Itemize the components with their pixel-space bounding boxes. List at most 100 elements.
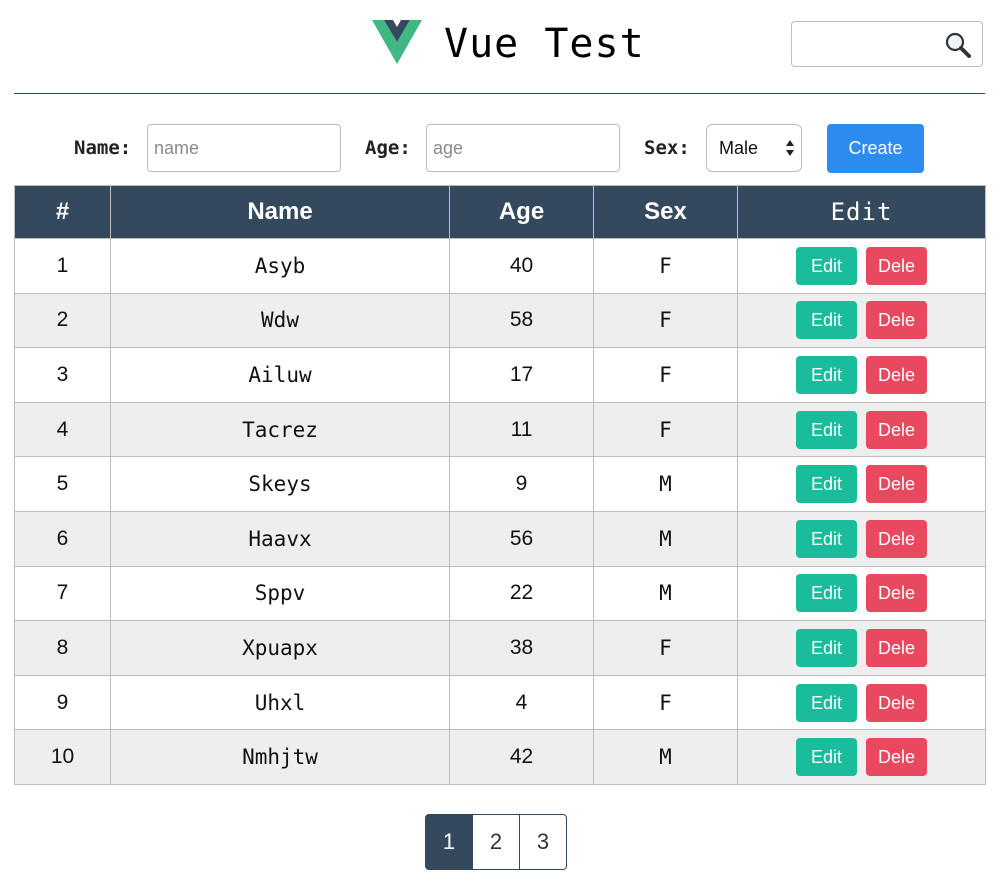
create-button[interactable]: Create (827, 124, 924, 173)
sex-label: Sex: (644, 137, 690, 159)
cell-number: 3 (14, 347, 111, 403)
delete-button[interactable]: Dele (866, 355, 927, 394)
age-input[interactable] (426, 124, 620, 172)
cell-age: 17 (449, 347, 594, 403)
cell-sex: F (593, 620, 738, 676)
table-row: 5 Skeys 9 M Edit Dele (14, 456, 986, 512)
cell-sex: M (593, 456, 738, 512)
cell-actions: Edit Dele (737, 620, 986, 676)
edit-button[interactable]: Edit (796, 246, 857, 285)
delete-button[interactable]: Dele (866, 574, 927, 613)
delete-button[interactable]: Dele (866, 683, 927, 722)
edit-button[interactable]: Edit (796, 628, 857, 667)
cell-age: 56 (449, 510, 594, 567)
cell-actions: Edit Dele (737, 238, 986, 294)
delete-button[interactable]: Dele (866, 628, 927, 667)
cell-age: 58 (449, 292, 594, 349)
cell-sex: F (593, 238, 738, 294)
cell-name: Nmhjtw (110, 729, 450, 785)
pagination: 1 2 3 (425, 814, 567, 870)
delete-button[interactable]: Dele (866, 519, 927, 558)
name-label: Name: (74, 137, 132, 159)
cell-actions: Edit Dele (737, 347, 986, 403)
cell-number: 7 (14, 565, 111, 622)
header-divider (14, 93, 985, 94)
cell-age: 38 (449, 620, 594, 676)
delete-button[interactable]: Dele (866, 246, 927, 285)
cell-age: 40 (449, 238, 594, 294)
cell-age: 4 (449, 674, 594, 731)
table-row: 10 Nmhjtw 42 M Edit Dele (14, 729, 986, 785)
cell-sex: M (593, 565, 738, 622)
search-icon[interactable] (944, 31, 972, 59)
delete-button[interactable]: Dele (866, 301, 927, 340)
app-header: Vue Test (0, 0, 1000, 94)
edit-button[interactable]: Edit (796, 410, 857, 449)
column-header-sex: Sex (593, 185, 738, 239)
cell-name: Xpuapx (110, 620, 450, 676)
edit-button[interactable]: Edit (796, 683, 857, 722)
cell-name: Wdw (110, 292, 450, 349)
name-input[interactable] (147, 124, 341, 172)
cell-sex: F (593, 401, 738, 458)
cell-actions: Edit Dele (737, 510, 986, 567)
edit-button[interactable]: Edit (796, 574, 857, 613)
table-row: 7 Sppv 22 M Edit Dele (14, 565, 986, 622)
search-input[interactable] (798, 28, 942, 62)
cell-name: Tacrez (110, 401, 450, 458)
cell-number: 2 (14, 292, 111, 349)
delete-button[interactable]: Dele (866, 738, 927, 777)
cell-sex: M (593, 729, 738, 785)
cell-number: 1 (14, 238, 111, 294)
page-button-1[interactable]: 1 (425, 814, 473, 870)
cell-name: Sppv (110, 565, 450, 622)
delete-button[interactable]: Dele (866, 465, 927, 504)
cell-sex: F (593, 347, 738, 403)
cell-actions: Edit Dele (737, 401, 986, 458)
table-row: 1 Asyb 40 F Edit Dele (14, 238, 986, 294)
edit-button[interactable]: Edit (796, 519, 857, 558)
cell-number: 4 (14, 401, 111, 458)
cell-number: 6 (14, 510, 111, 567)
edit-button[interactable]: Edit (796, 355, 857, 394)
cell-age: 22 (449, 565, 594, 622)
cell-sex: F (593, 292, 738, 349)
table-header-row: # Name Age Sex Edit (14, 185, 986, 239)
brand: Vue Test (372, 20, 645, 68)
sex-select[interactable]: Male (706, 124, 802, 172)
cell-sex: F (593, 674, 738, 731)
table-row: 2 Wdw 58 F Edit Dele (14, 292, 986, 349)
cell-name: Uhxl (110, 674, 450, 731)
cell-age: 9 (449, 456, 594, 512)
users-table: # Name Age Sex Edit 1 Asyb 40 F Edit Dele… (14, 185, 986, 785)
search-box[interactable] (791, 21, 983, 67)
cell-age: 11 (449, 401, 594, 458)
page-button-2[interactable]: 2 (472, 814, 520, 870)
cell-actions: Edit Dele (737, 674, 986, 731)
cell-number: 10 (14, 729, 111, 785)
cell-name: Ailuw (110, 347, 450, 403)
cell-sex: M (593, 510, 738, 567)
cell-actions: Edit Dele (737, 565, 986, 622)
column-header-name: Name (110, 185, 450, 239)
edit-button[interactable]: Edit (796, 738, 857, 777)
cell-actions: Edit Dele (737, 456, 986, 512)
table-row: 8 Xpuapx 38 F Edit Dele (14, 620, 986, 676)
delete-button[interactable]: Dele (866, 410, 927, 449)
vue-logo-icon (372, 20, 422, 64)
table-row: 4 Tacrez 11 F Edit Dele (14, 401, 986, 458)
age-label: Age: (365, 137, 411, 159)
edit-button[interactable]: Edit (796, 465, 857, 504)
create-form: Name: Age: Sex: Male Create (0, 124, 1000, 174)
cell-age: 42 (449, 729, 594, 785)
sex-select-value: Male (719, 138, 759, 158)
cell-actions: Edit Dele (737, 292, 986, 349)
cell-name: Haavx (110, 510, 450, 567)
edit-button[interactable]: Edit (796, 301, 857, 340)
page-button-3[interactable]: 3 (519, 814, 567, 870)
page-title: Vue Test (444, 21, 645, 67)
select-arrows-icon (786, 140, 794, 156)
cell-number: 9 (14, 674, 111, 731)
cell-actions: Edit Dele (737, 729, 986, 785)
table-row: 6 Haavx 56 M Edit Dele (14, 510, 986, 567)
